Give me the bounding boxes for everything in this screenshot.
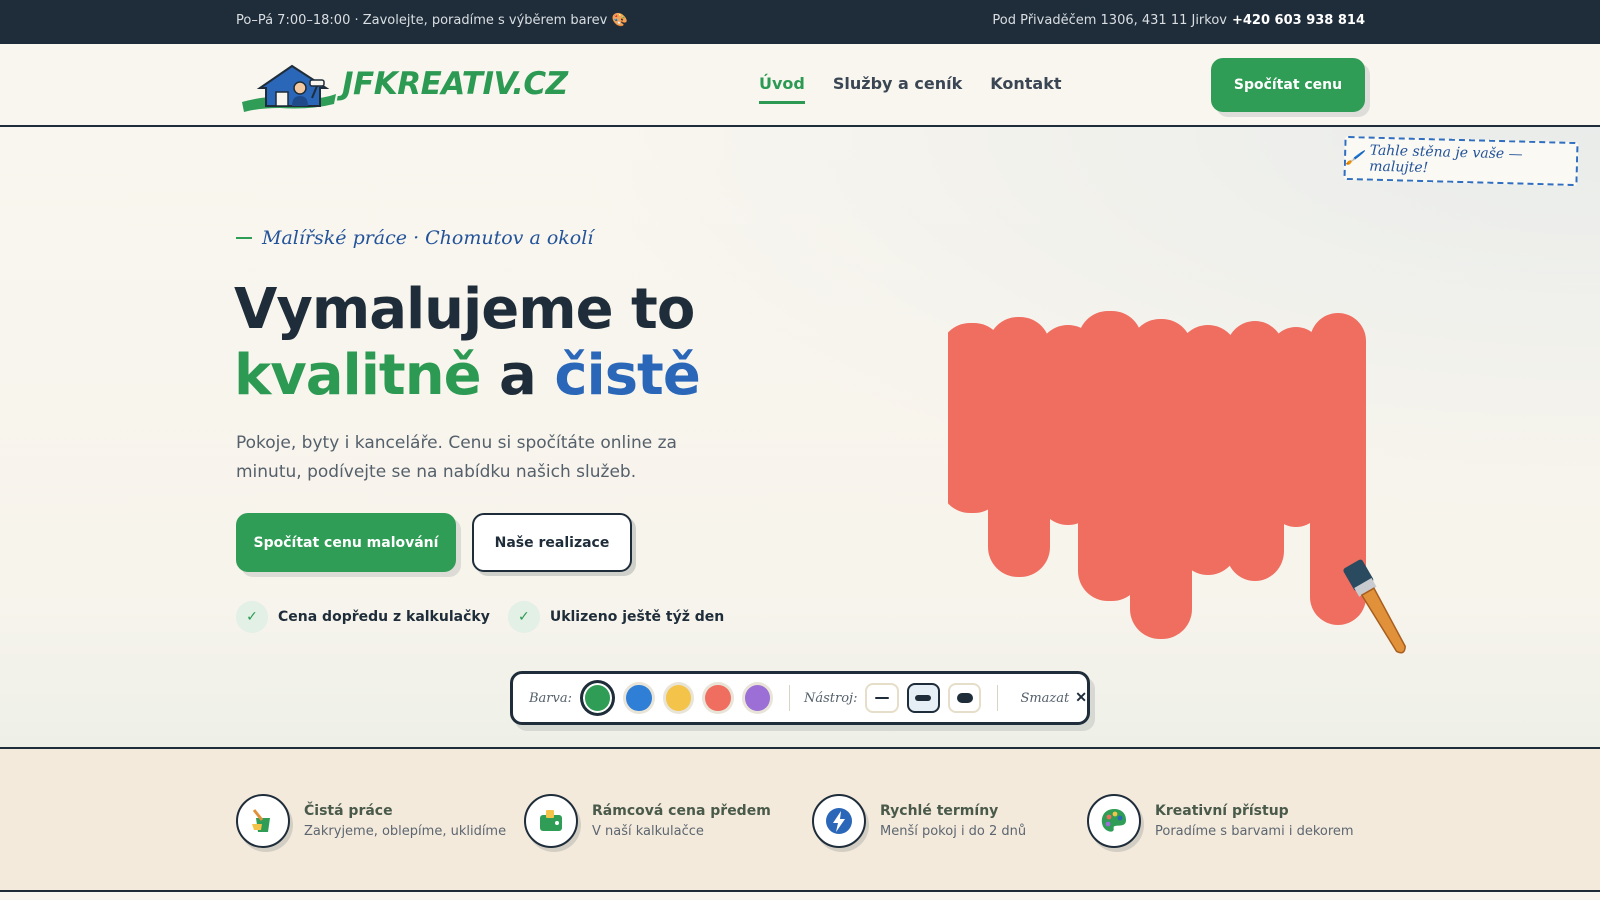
feature-subtitle: Zakryjeme, oblepíme, uklidíme (304, 824, 507, 839)
feature-title: Čistá práce (304, 803, 393, 819)
feature-title: Kreativní přístup (1155, 803, 1289, 819)
paint-toolbar: Barva: Nástroj: Smazat ✕ (510, 671, 1090, 725)
clear-button[interactable]: Smazat ✕ (1020, 690, 1087, 706)
hero-title-line2: kvalitně a čistě (234, 343, 701, 409)
our-work-button[interactable]: Naše realizace (472, 513, 632, 572)
paintbrush-icon: 🖌️ (1345, 149, 1364, 167)
feature-item: Čistá práce Zakryjeme, oblepíme, uklidím… (236, 794, 506, 848)
wallet-icon (524, 794, 578, 848)
kicker-dash (236, 237, 252, 239)
feature-subtitle: V naší kalkulačce (592, 824, 704, 839)
checkmark-icon: ✓ (236, 601, 268, 633)
main-navigation: JFKREATIV.CZ Úvod Služby a ceník Kontakt… (0, 44, 1600, 127)
address: Pod Přivaděčem 1306, 431 11 Jirkov (992, 13, 1227, 28)
top-info-bar: Po–Pá 7:00–18:00 · Zavolejte, poradíme s… (0, 0, 1600, 44)
color-swatch-red[interactable] (702, 682, 734, 714)
thick-brush-button[interactable] (948, 683, 982, 713)
clear-label: Smazat (1020, 690, 1070, 706)
check-item: ✓ Uklizeno ještě týž den (507, 601, 725, 633)
feature-subtitle: Poradíme s barvami i dekorem (1155, 824, 1354, 839)
wall-sticker: 🖌️ Tahle stěna je vaše — malujte! (1343, 135, 1579, 187)
check-item: ✓ Cena dopředu z kalkulačky (236, 601, 490, 633)
nav-calculate-button[interactable]: Spočítat cenu (1211, 58, 1365, 112)
hero-lead: Pokoje, byty i kanceláře. Cenu si spočít… (236, 433, 677, 482)
checkmark-icon: ✓ (507, 601, 540, 633)
color-swatch-green[interactable] (580, 680, 616, 716)
features-strip: Čistá práce Zakryjeme, oblepíme, uklidím… (0, 749, 1600, 892)
title-blue-word: čistě (554, 343, 700, 408)
medium-brush-button[interactable] (906, 683, 941, 713)
feature-title: Rychlé termíny (880, 803, 999, 819)
paint-canvas[interactable] (948, 297, 1448, 697)
feature-title: Rámcová cena předem (592, 803, 771, 819)
logo-text: JFKREATIV.CZ (342, 66, 568, 102)
hero-kicker: Malířské práce · Chomutov a okolí (236, 227, 593, 249)
thin-brush-button[interactable] (865, 683, 899, 713)
feature-item: Rychlé termíny Menší pokoj i do 2 dnů (812, 794, 1026, 848)
nav-menu: Úvod Služby a ceník Kontakt (759, 74, 1062, 104)
hero-title: Vymalujeme to kvalitně a čistě (234, 277, 701, 409)
sticker-text: Tahle stěna je vaše — malujte! (1369, 142, 1523, 177)
check-label: Cena dopředu z kalkulačky (278, 609, 490, 625)
color-swatch-yellow[interactable] (662, 682, 695, 714)
color-label: Barva: (529, 690, 572, 706)
toolbar-divider (997, 685, 999, 711)
hero-title-line1: Vymalujeme to (234, 277, 695, 342)
feature-item: Kreativní přístup Poradíme s barvami i d… (1087, 794, 1354, 848)
hero-checks: ✓ Cena dopředu z kalkulačky ✓ Uklizeno j… (236, 601, 724, 633)
close-icon: ✕ (1075, 690, 1087, 706)
opening-hours: Po–Pá 7:00–18:00 · Zavolejte, poradíme s… (236, 13, 628, 28)
check-label: Uklizeno ještě týž den (549, 609, 725, 625)
color-swatch-blue[interactable] (623, 682, 655, 714)
title-green-word: kvalitně (234, 343, 482, 408)
house-painter-logo-icon (242, 64, 336, 112)
tool-label: Nástroj: (804, 690, 858, 706)
nav-item-sluzby[interactable]: Služby a ceník (833, 74, 962, 104)
nav-item-kontakt[interactable]: Kontakt (990, 74, 1061, 104)
nav-item-uvod[interactable]: Úvod (759, 74, 805, 104)
hero-section: 🖌️ Tahle stěna je vaše — malujte! Malířs… (0, 127, 1600, 749)
toolbar-divider (789, 685, 790, 711)
phone-link[interactable]: +420 603 938 814 (1232, 13, 1365, 28)
calculate-price-button[interactable]: Spočítat cenu malování (236, 513, 456, 572)
kicker-text: Malířské práce · Chomutov a okolí (262, 227, 594, 249)
palette-icon (1087, 794, 1141, 848)
feature-item: Rámcová cena předem V naší kalkulačce (524, 794, 771, 848)
lightning-icon (812, 794, 866, 848)
logo[interactable]: JFKREATIV.CZ (240, 58, 568, 114)
bucket-icon (236, 794, 290, 848)
painted-strokes (948, 311, 1366, 639)
color-swatch-purple[interactable] (741, 682, 774, 714)
title-and: a (480, 343, 555, 408)
feature-subtitle: Menší pokoj i do 2 dnů (880, 824, 1027, 839)
